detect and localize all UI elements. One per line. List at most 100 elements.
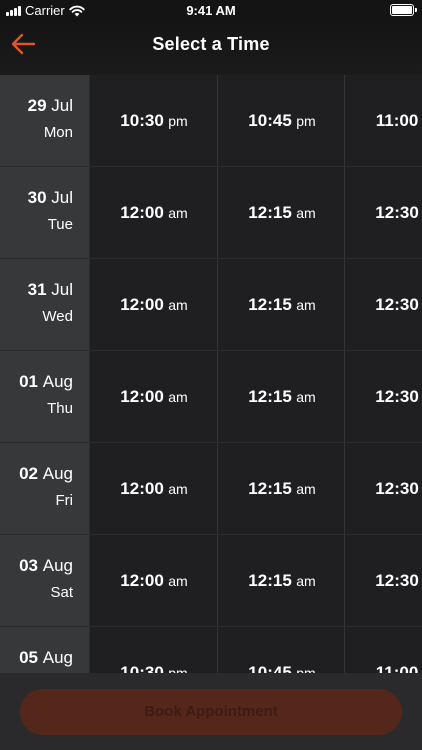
time-slot[interactable]: 12:30 am — [344, 351, 422, 442]
book-appointment-button[interactable]: Book Appointment — [20, 689, 402, 735]
day-month: Aug — [42, 464, 73, 483]
slot-time: 12:30 — [375, 571, 419, 590]
day-row: 31 JulWed12:00 am12:15 am12:30 am — [0, 259, 422, 351]
day-row: 01 AugThu12:00 am12:15 am12:30 am — [0, 351, 422, 443]
day-row: 30 JulTue12:00 am12:15 am12:30 am — [0, 167, 422, 259]
time-slot[interactable]: 12:00 am — [90, 535, 218, 626]
time-slot[interactable]: 12:30 am — [344, 259, 422, 350]
slot-meridiem: pm — [168, 113, 188, 129]
time-slot-text: 12:15 am — [218, 387, 346, 407]
day-date: 05 Aug — [0, 647, 73, 669]
day-label: 29 Jul Mon — [0, 75, 90, 166]
time-slot-text: 12:00 am — [90, 571, 218, 591]
day-row: 05 Aug10:30 pm10:45 pm11:00 pm — [0, 627, 422, 673]
day-weekday: Thu — [47, 400, 73, 417]
time-slot[interactable]: 12:30 am — [344, 167, 422, 258]
slot-track: 12:00 am12:15 am12:30 am — [90, 351, 422, 442]
slot-time: 11:00 — [375, 663, 419, 673]
time-slot-text: 12:30 am — [345, 295, 422, 315]
time-slot-text: 12:30 am — [345, 203, 422, 223]
slot-time: 12:00 — [120, 571, 164, 590]
day-label: 02 Aug Fri — [0, 443, 90, 534]
day-row: 29 JulMon10:30 pm10:45 pm11:00 pm — [0, 75, 422, 167]
time-slot-text: 10:45 pm — [218, 663, 346, 673]
day-number: 30 — [27, 188, 47, 207]
time-slot-text: 12:00 am — [90, 203, 218, 223]
slot-track: 12:00 am12:15 am12:30 am — [90, 443, 422, 534]
slot-track: 12:00 am12:15 am12:30 am — [90, 535, 422, 626]
day-number: 29 — [27, 96, 47, 115]
time-slot[interactable]: 11:00 pm — [344, 75, 422, 166]
time-slot[interactable]: 12:00 am — [90, 443, 218, 534]
time-slot[interactable]: 12:00 am — [90, 259, 218, 350]
slot-meridiem: am — [168, 573, 188, 589]
slot-time: 10:45 — [248, 111, 292, 130]
time-slot[interactable]: 12:15 am — [217, 259, 345, 350]
time-slot[interactable]: 12:15 am — [217, 351, 345, 442]
time-slot[interactable]: 10:30 pm — [90, 75, 218, 166]
time-slot[interactable]: 10:45 pm — [217, 627, 345, 673]
slot-meridiem: am — [168, 389, 188, 405]
day-label: 01 Aug Thu — [0, 351, 90, 442]
day-weekday: Fri — [55, 492, 74, 509]
page-title: Select a Time — [152, 34, 270, 54]
day-month: Aug — [42, 648, 73, 667]
day-month: Aug — [42, 556, 73, 575]
slot-meridiem: am — [296, 481, 316, 497]
day-weekday: Tue — [47, 216, 73, 233]
navigation-bar: Select a Time — [0, 20, 422, 75]
day-label: 31 Jul Wed — [0, 259, 90, 350]
time-slot[interactable]: 12:15 am — [217, 535, 345, 626]
day-month: Jul — [51, 280, 73, 299]
slot-meridiem: pm — [296, 113, 316, 129]
slot-track: 10:30 pm10:45 pm11:00 pm — [90, 75, 422, 166]
battery-icon — [390, 4, 417, 16]
slot-meridiem: am — [296, 205, 316, 221]
day-date: 02 Aug — [0, 463, 73, 485]
time-slot[interactable]: 10:45 pm — [217, 75, 345, 166]
slot-meridiem: pm — [168, 665, 188, 673]
day-weekday: Wed — [42, 308, 73, 325]
time-slot-text: 11:00 pm — [345, 111, 422, 131]
time-slot[interactable]: 12:30 am — [344, 443, 422, 534]
slot-time: 12:00 — [120, 479, 164, 498]
status-bar-time: 9:41 AM — [186, 3, 236, 18]
day-label: 05 Aug — [0, 627, 90, 673]
time-slot[interactable]: 10:30 pm — [90, 627, 218, 673]
slot-time: 10:30 — [120, 663, 164, 673]
slot-time: 12:15 — [248, 571, 292, 590]
day-label: 30 Jul Tue — [0, 167, 90, 258]
slot-time: 12:30 — [375, 203, 419, 222]
time-slot[interactable]: 11:00 pm — [344, 627, 422, 673]
time-slot-text: 12:15 am — [218, 203, 346, 223]
time-slot-schedule[interactable]: 29 JulMon10:30 pm10:45 pm11:00 pm30 JulT… — [0, 75, 422, 673]
time-slot[interactable]: 12:15 am — [217, 443, 345, 534]
day-number: 02 — [19, 464, 39, 483]
slot-time: 12:30 — [375, 479, 419, 498]
day-month: Aug — [42, 372, 73, 391]
time-slot[interactable]: 12:00 am — [90, 167, 218, 258]
day-date: 29 Jul — [0, 95, 73, 117]
slot-time: 10:45 — [248, 663, 292, 673]
slot-meridiem: am — [168, 205, 188, 221]
time-slot[interactable]: 12:00 am — [90, 351, 218, 442]
time-slot-text: 12:15 am — [218, 571, 346, 591]
day-weekday: Mon — [43, 124, 73, 141]
time-slot[interactable]: 12:30 am — [344, 535, 422, 626]
slot-time: 12:00 — [120, 387, 164, 406]
time-slot-text: 12:00 am — [90, 387, 218, 407]
time-slot-text: 12:30 am — [345, 571, 422, 591]
slot-time: 12:15 — [248, 203, 292, 222]
slot-time: 12:15 — [248, 479, 292, 498]
time-slot-text: 10:45 pm — [218, 111, 346, 131]
slot-meridiem: am — [168, 297, 188, 313]
day-date: 03 Aug — [0, 555, 73, 577]
time-slot-text: 12:30 am — [345, 387, 422, 407]
day-number: 01 — [19, 372, 39, 391]
slot-meridiem: pm — [296, 665, 316, 673]
slot-time: 10:30 — [120, 111, 164, 130]
time-slot[interactable]: 12:15 am — [217, 167, 345, 258]
day-number: 03 — [19, 556, 39, 575]
day-date: 01 Aug — [0, 371, 73, 393]
time-slot-text: 12:15 am — [218, 479, 346, 499]
